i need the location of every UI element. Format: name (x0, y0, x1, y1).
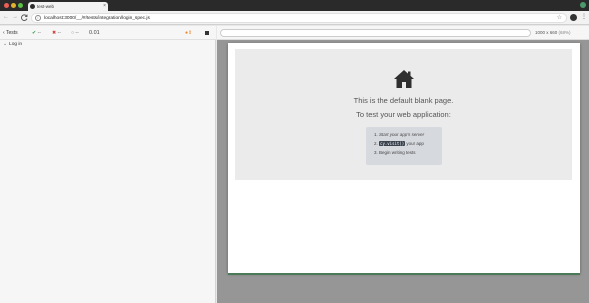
stop-icon[interactable] (205, 31, 209, 35)
close-window-button[interactable] (4, 3, 9, 8)
viewport-size: 1000 x 660 (535, 30, 558, 35)
site-info-icon[interactable]: i (35, 15, 41, 21)
pending-stat: ○ -- (71, 29, 79, 37)
step-item: 2. cy.visit() your app (374, 141, 424, 147)
home-icon (394, 70, 414, 88)
suite-item[interactable]: ⌄ Log in (3, 42, 22, 48)
chevron-left-icon: ‹ (3, 30, 5, 36)
step-number: 1. (374, 132, 378, 137)
step-item: 3. Begin writing tests (374, 150, 416, 156)
browser-tab[interactable]: test-web × (28, 2, 108, 11)
suite-title: Log in (9, 42, 23, 47)
forward-arrow-icon[interactable]: → (12, 14, 18, 21)
autoscroll-toggle-icon[interactable]: ●⇕ (185, 30, 192, 36)
tests-label: Tests (5, 30, 18, 36)
reload-icon[interactable] (21, 14, 28, 24)
browser-titlebar: test-web × (0, 0, 589, 11)
passed-stat: ✔ -- (32, 29, 41, 37)
profile-avatar-icon[interactable] (580, 2, 586, 8)
aut-panel: 1000 x 660 (68%) This is the default bla… (217, 26, 589, 303)
duration: 0.01 (89, 30, 100, 36)
browser-toolbar: ← → i localhost:3000/__/#/tests/integrat… (0, 11, 589, 25)
blank-page-subtitle: To test your web application: (356, 110, 451, 119)
minimize-window-button[interactable] (11, 3, 16, 8)
reporter-header: ‹ Tests ✔ -- ✖ -- ○ -- 0.01 ●⇕ (0, 26, 216, 40)
x-icon: ✖ (52, 30, 57, 36)
aut-iframe: This is the default blank page. To test … (228, 43, 580, 273)
cypress-favicon-icon (30, 4, 35, 9)
step-item: 1. Start your app's server (374, 132, 424, 138)
step-text: Begin writing tests (379, 150, 416, 155)
viewport-scale: (68%) (558, 30, 571, 35)
maximize-window-button[interactable] (18, 3, 23, 8)
steps-box: 1. Start your app's server 2. cy.visit()… (366, 127, 442, 165)
chevron-down-icon: ⌄ (3, 42, 8, 47)
step-number: 3. (374, 150, 378, 155)
failed-stat: ✖ -- (52, 29, 61, 37)
address-bar[interactable]: i localhost:3000/__/#/tests/integration/… (31, 13, 567, 23)
failed-count: -- (57, 30, 61, 36)
back-arrow-icon[interactable]: ← (3, 14, 9, 21)
aut-header: 1000 x 660 (68%) (217, 26, 589, 40)
viewport-info[interactable]: 1000 x 660 (68%) (535, 30, 571, 36)
address-url[interactable]: localhost:3000/__/#/tests/integration/lo… (44, 15, 150, 22)
browser-menu-icon[interactable]: ⋮ (581, 13, 587, 22)
circle-icon: ○ (71, 30, 75, 36)
tab-title: test-web (37, 4, 55, 9)
reporter-panel: ‹ Tests ✔ -- ✖ -- ○ -- 0.01 ●⇕ ⌄ Log in (0, 26, 216, 303)
check-icon: ✔ (32, 30, 37, 36)
step-text: Start your app's server (379, 132, 425, 137)
tab-close-icon[interactable]: × (103, 2, 106, 11)
cy-visit-code: cy.visit() (379, 141, 406, 146)
step-text: your app (405, 141, 424, 146)
bookmark-star-icon[interactable]: ☆ (557, 14, 562, 22)
passed-count: -- (37, 30, 41, 36)
blank-page-panel: This is the default blank page. To test … (235, 49, 572, 180)
blank-page-title: This is the default blank page. (353, 96, 454, 105)
step-number: 2. (374, 141, 378, 146)
tests-button[interactable]: ‹ Tests (3, 29, 18, 37)
extension-icon[interactable] (570, 14, 577, 21)
frame-bottom-edge (228, 273, 580, 275)
pending-count: -- (75, 30, 79, 36)
aut-url-bar (220, 29, 531, 37)
